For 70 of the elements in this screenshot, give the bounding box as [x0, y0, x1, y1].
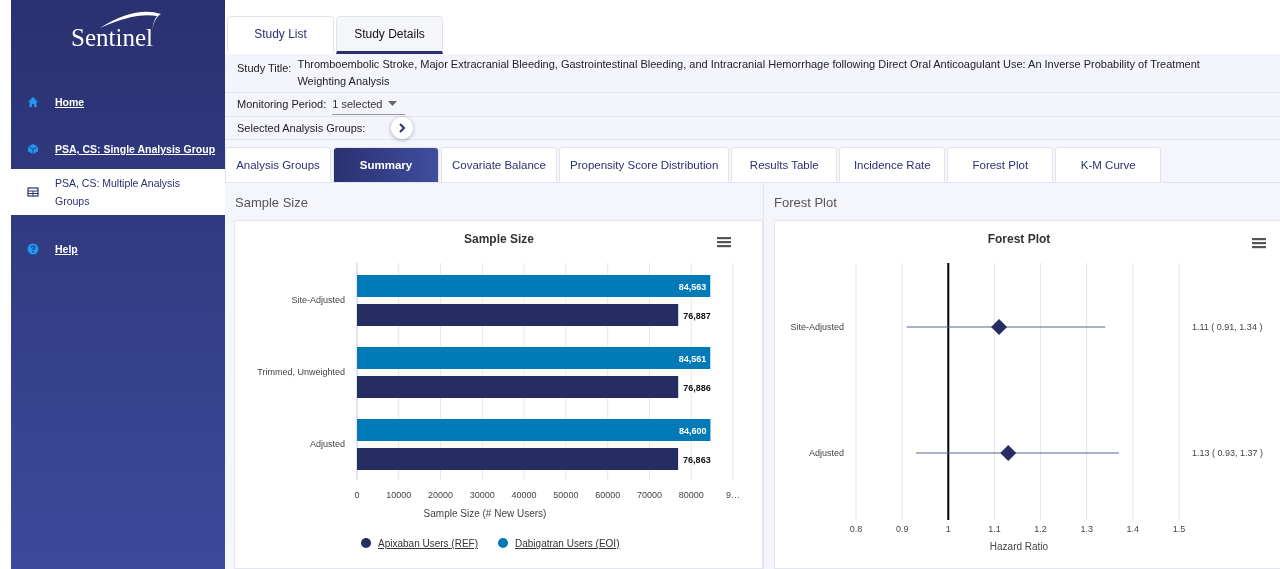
- tab[interactable]: Results Table: [731, 147, 838, 182]
- tab[interactable]: K-M Curve: [1055, 147, 1162, 182]
- data-label: 84,563: [678, 282, 707, 292]
- tick-label: 60000: [595, 490, 621, 500]
- cube-icon: [27, 143, 39, 155]
- data-label: 84,600: [678, 426, 707, 436]
- axis-title: Hazard Ratio: [989, 541, 1049, 552]
- table-icon: [27, 186, 39, 198]
- tick-label: 9…: [726, 490, 740, 500]
- tab[interactable]: Analysis Groups: [225, 147, 331, 182]
- tick-label: 10000: [386, 490, 412, 500]
- tick-label: 0: [354, 490, 360, 500]
- tick-label: 40000: [511, 490, 537, 500]
- legend-item[interactable]: Dabigatran Users (EOI): [515, 538, 620, 549]
- axis-title: Sample Size (# New Users): [423, 508, 547, 519]
- data-label: 76,887: [683, 311, 711, 321]
- section-heading: Sample Size: [234, 194, 309, 212]
- monitoring-period-dropdown[interactable]: 1 selected: [332, 93, 406, 115]
- tick-label: 1.3: [1080, 524, 1093, 534]
- chevron-icon: [397, 122, 408, 133]
- point-marker: [991, 319, 1008, 335]
- section-heading: Forest Plot: [773, 194, 838, 212]
- tick-label: 70000: [636, 490, 662, 500]
- expand-button[interactable]: [391, 116, 414, 139]
- caret-icon: [388, 101, 398, 107]
- tab[interactable]: Forest Plot: [947, 147, 1054, 182]
- tab[interactable]: Propensity Score Distribution: [559, 147, 730, 182]
- tick-label: 1.4: [1126, 524, 1140, 534]
- chart-title: Sample Size: [464, 232, 534, 246]
- tab[interactable]: Incidence Rate: [839, 147, 946, 182]
- tick-label: 1: [945, 524, 951, 534]
- tick-label: 80000: [678, 490, 704, 500]
- chart-title: Forest Plot: [987, 232, 1051, 246]
- field-label: Monitoring Period:: [237, 98, 327, 111]
- tick-label: 1.1: [988, 524, 1001, 534]
- tick-label: 0.8: [849, 524, 863, 534]
- tab[interactable]: Covariate Balance: [441, 147, 557, 182]
- tab[interactable]: Summary: [333, 147, 439, 182]
- data-label: 76,863: [683, 455, 711, 465]
- tick-label: 30000: [469, 490, 495, 500]
- point-marker: [1000, 445, 1017, 461]
- axis-label: Adjusted: [309, 439, 345, 449]
- data-label: 84,561: [678, 354, 707, 364]
- sidebar-item[interactable]: Help: [11, 232, 225, 266]
- data-label: 76,886: [683, 383, 711, 393]
- logo: Sentinel: [71, 10, 165, 52]
- study-title: Thromboembolic Stroke, Major Extracranial Bleeding, Gastrointestinal Bleeding, and Intracranial Hemorrhage following Direct Oral Anticoagulant Use: An Inverse Probability of Treatment Weighting Analysis: [297, 57, 1201, 89]
- tick-label: 20000: [428, 490, 454, 500]
- sidebar-item[interactable]: PSA, CS: Single Analysis Group: [11, 132, 225, 166]
- legend-item[interactable]: Apixaban Users (REF): [378, 538, 479, 549]
- axis-label: Site-Adjusted: [291, 295, 345, 305]
- menu-icon[interactable]: [1252, 238, 1266, 249]
- home-icon: [27, 96, 39, 108]
- axis-label: Site-Adjusted: [790, 322, 844, 332]
- sidebar-item[interactable]: PSA, CS: Multiple Analysis Groups: [11, 169, 225, 215]
- axis-label: Trimmed, Unweighted: [257, 367, 345, 377]
- field-label: Selected Analysis Groups:: [237, 121, 366, 134]
- tab[interactable]: Study Details: [336, 16, 443, 54]
- estimate-label: 1.11 ( 0.91, 1.34 ): [1192, 322, 1263, 332]
- help-icon: [27, 243, 39, 255]
- axis-label: Adjusted: [808, 448, 844, 458]
- tick-label: 1.2: [1034, 524, 1047, 534]
- tick-label: 1.5: [1172, 524, 1186, 534]
- tab[interactable]: Study List: [227, 16, 334, 54]
- tick-label: 0.9: [895, 524, 909, 534]
- field-label: Study Title:: [237, 62, 292, 74]
- estimate-label: 1.13 ( 0.93, 1.37 ): [1192, 448, 1264, 458]
- menu-icon[interactable]: [717, 237, 731, 248]
- tick-label: 50000: [553, 490, 579, 500]
- sidebar-item[interactable]: Home: [11, 85, 225, 119]
